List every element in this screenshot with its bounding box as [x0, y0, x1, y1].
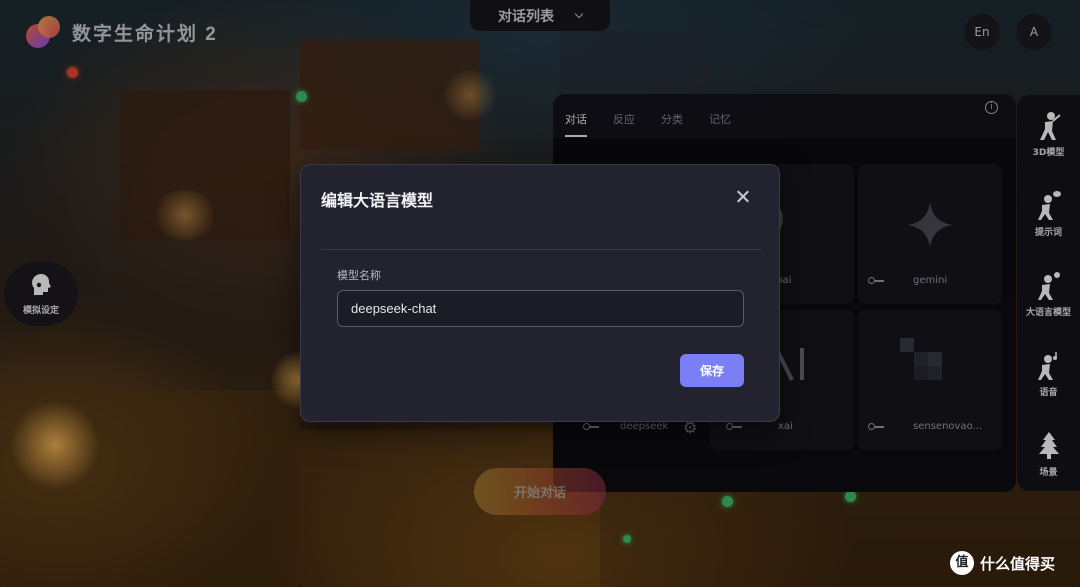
divider	[321, 249, 761, 250]
modal-title: 编辑大语言模型	[321, 191, 434, 210]
watermark: 值 什么值得买	[950, 551, 1055, 575]
watermark-text: 什么值得买	[980, 554, 1056, 573]
close-icon[interactable]	[735, 189, 751, 205]
edit-llm-modal: 编辑大语言模型 模型名称 保存	[300, 164, 780, 422]
save-button[interactable]: 保存	[680, 354, 744, 387]
model-name-input[interactable]	[337, 290, 744, 327]
model-name-label: 模型名称	[337, 269, 381, 282]
watermark-logo-icon: 值	[950, 551, 974, 575]
